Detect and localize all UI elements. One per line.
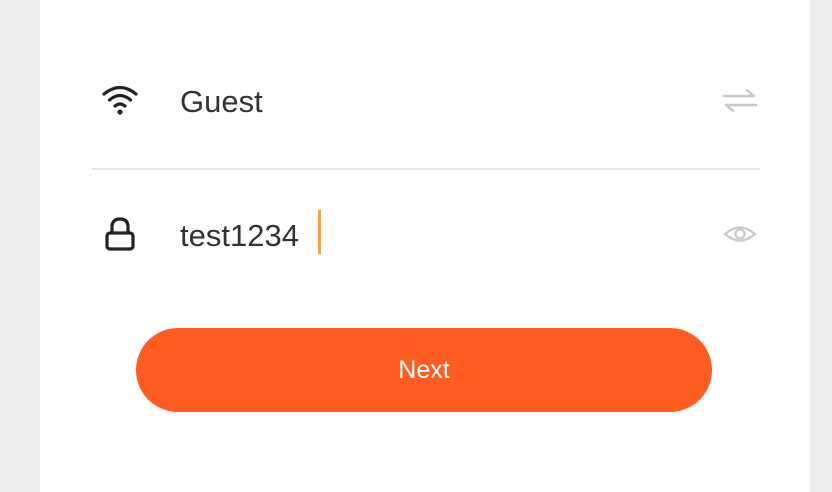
password-row bbox=[92, 198, 760, 270]
ssid-label: Guest bbox=[180, 84, 263, 119]
switch-network-icon[interactable] bbox=[720, 84, 760, 116]
wifi-icon bbox=[98, 78, 142, 122]
lock-icon bbox=[98, 212, 142, 256]
next-button[interactable]: Next bbox=[136, 328, 712, 412]
eye-icon[interactable] bbox=[720, 218, 760, 250]
password-input[interactable] bbox=[180, 218, 320, 254]
field-divider bbox=[92, 168, 760, 170]
wifi-config-panel: Guest Next bbox=[40, 0, 810, 492]
ssid-row: Guest bbox=[92, 64, 760, 136]
text-cursor bbox=[318, 210, 321, 254]
password-field[interactable] bbox=[180, 216, 320, 256]
